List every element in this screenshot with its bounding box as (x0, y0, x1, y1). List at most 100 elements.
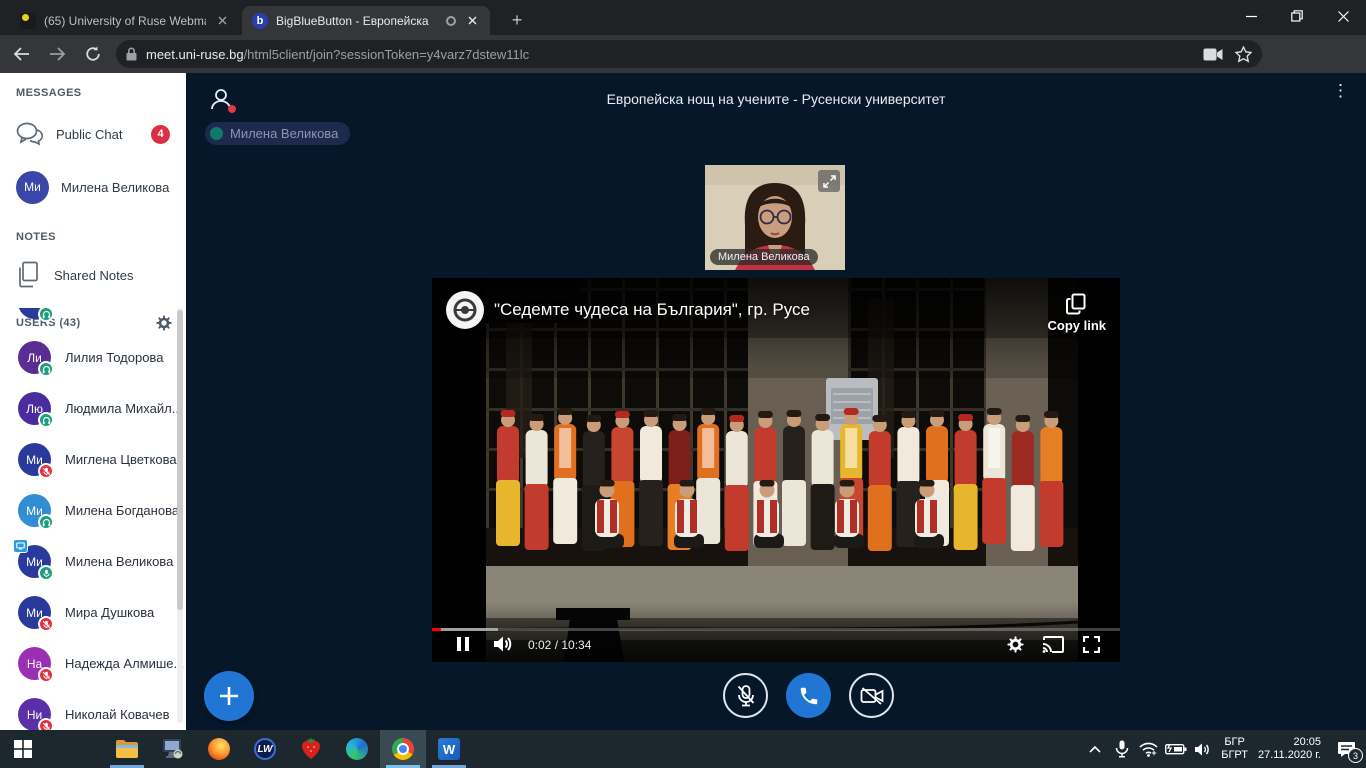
taskbar-word[interactable]: W (426, 730, 472, 768)
webcam-video[interactable]: Милена Великова (705, 165, 845, 270)
reload-icon[interactable] (78, 39, 108, 69)
volume-icon[interactable] (490, 634, 516, 654)
talker-name: Милена Великова (230, 126, 338, 141)
actions-plus-button[interactable] (204, 671, 254, 721)
window-controls (1228, 0, 1366, 32)
maximize-button[interactable] (1274, 0, 1320, 32)
start-button[interactable] (0, 730, 46, 768)
bigbluebutton-favicon: b (252, 13, 268, 29)
taskbar-edge[interactable] (334, 730, 380, 768)
shared-notes-label: Shared Notes (54, 268, 134, 283)
channel-avatar[interactable] (446, 291, 484, 329)
user-row[interactable]: Лю Людмила Михайл... (0, 383, 186, 434)
tray-volume-icon[interactable] (1189, 730, 1216, 768)
user-row[interactable]: Ми Мира Душкова (0, 587, 186, 638)
pause-button[interactable] (450, 634, 476, 654)
taskbar-remote-desktop[interactable] (150, 730, 196, 768)
taskbar-firefox[interactable] (196, 730, 242, 768)
muted-mic-badge-icon (38, 667, 54, 683)
taskbar-lw-app[interactable]: LW (242, 730, 288, 768)
new-tab-button[interactable]: + (504, 8, 530, 34)
user-row[interactable]: МиМилена Великова (0, 536, 186, 587)
avatar: На (18, 647, 51, 680)
webcam-disabled-button[interactable] (849, 673, 894, 718)
user-row[interactable]: ЛиЛилия Тодорова (0, 332, 186, 383)
browser-toolbar: meet.uni-ruse.bg/html5client/join?sessio… (0, 35, 1366, 73)
desktop: (65) University of Ruse Webmail :: b Big… (0, 0, 1366, 768)
youtube-video-player[interactable]: "Седемте чудеса на България", гр. Русе C… (432, 278, 1120, 662)
windows-taskbar: LW W (0, 730, 1366, 768)
user-row[interactable]: Ни Николай Ковачев (0, 689, 186, 730)
user-list[interactable]: ЛиЛилия Тодорова Лю Людмила Михайл... МиМиг… (0, 308, 186, 730)
tray-clock[interactable]: 20:05 27.11.2020 г. (1253, 736, 1326, 762)
video-fullscreen-icon[interactable] (1078, 634, 1104, 654)
listen-only-badge-icon (38, 412, 54, 428)
avatar: Ми (18, 443, 51, 476)
notification-count-badge: 3 (1348, 748, 1363, 763)
user-row[interactable]: НаНадежда Алмише... (0, 638, 186, 689)
user-row-partial (0, 308, 186, 332)
listen-only-badge-icon (38, 361, 54, 377)
back-icon[interactable] (6, 39, 36, 69)
options-menu-icon[interactable]: ⋮ (1332, 87, 1346, 95)
tab-close-icon[interactable] (464, 13, 480, 29)
cast-icon[interactable] (1040, 634, 1066, 654)
tray-chevron-icon[interactable] (1081, 730, 1108, 768)
tab-webmail[interactable]: (65) University of Ruse Webmail :: (10, 6, 240, 35)
webcam-fullscreen-icon[interactable] (818, 170, 840, 192)
video-settings-gear-icon[interactable] (1002, 634, 1028, 654)
screenshare-badge-icon (13, 539, 28, 553)
public-chat-label: Public Chat (56, 127, 122, 142)
avatar: Ни (18, 698, 51, 730)
avatar: Ми (16, 171, 49, 204)
tab-title: (65) University of Ruse Webmail :: (44, 14, 206, 28)
taskbar-chrome[interactable] (380, 730, 426, 768)
private-chat-item[interactable]: Ми Милена Великова (0, 167, 186, 207)
tray-wifi-icon[interactable] (1135, 730, 1162, 768)
avatar: Лю (18, 392, 51, 425)
microphone-muted-button[interactable] (723, 673, 768, 718)
tray-language-indicator[interactable]: БГР БГРТ (1216, 736, 1253, 762)
url-text: meet.uni-ruse.bg/html5client/join?sessio… (146, 47, 529, 62)
tab-media-indicator-icon (446, 16, 456, 26)
public-chat-item[interactable]: Public Chat 4 (0, 117, 186, 151)
avatar: Ми (18, 596, 51, 629)
minimize-button[interactable] (1228, 0, 1274, 32)
user-name: Николай Ковачев (65, 707, 170, 722)
chat-icon (16, 122, 44, 146)
camera-in-use-icon[interactable] (1203, 48, 1223, 61)
tab-close-icon[interactable] (214, 13, 230, 29)
userlist-scrollbar-thumb[interactable] (177, 310, 183, 610)
video-top-gradient (432, 278, 1120, 368)
taskbar-strawberry-app[interactable] (288, 730, 334, 768)
messages-header: MESSAGES (0, 87, 186, 99)
user-name: Людмила Михайл... (65, 401, 183, 416)
forward-icon[interactable] (42, 39, 72, 69)
shared-notes-item[interactable]: Shared Notes (0, 257, 186, 293)
shared-notes-icon (16, 261, 42, 289)
bbb-sidebar: MESSAGES Public Chat 4 Ми Милена Великов… (0, 73, 186, 730)
tray-battery-icon[interactable] (1162, 730, 1189, 768)
bookmark-star-icon[interactable] (1235, 46, 1252, 63)
close-window-button[interactable] (1320, 0, 1366, 32)
copy-link-icon[interactable] (1066, 293, 1086, 315)
taskbar-file-explorer[interactable] (104, 730, 150, 768)
address-bar[interactable]: meet.uni-ruse.bg/html5client/join?sessio… (116, 40, 1262, 68)
tray-microphone-icon[interactable] (1108, 730, 1135, 768)
bbb-main-area: Европейска нощ на учените - Русенски уни… (186, 73, 1366, 730)
video-title[interactable]: "Седемте чудеса на България", гр. Русе (494, 300, 810, 320)
unread-badge: 4 (151, 125, 170, 144)
avatar: Ми (18, 545, 51, 578)
user-row[interactable]: МиМилена Богданова (0, 485, 186, 536)
video-played (432, 628, 441, 631)
talker-indicator[interactable]: Милена Великова (205, 122, 350, 145)
leave-audio-button[interactable] (786, 673, 831, 718)
video-buffer (432, 628, 498, 631)
user-name: Мира Душкова (65, 605, 154, 620)
video-progress-bar[interactable] (432, 628, 1120, 631)
copy-link-label[interactable]: Copy link (1047, 318, 1106, 333)
tab-bigbluebutton[interactable]: b BigBlueButton - Европейска (242, 6, 490, 35)
action-center-icon[interactable]: 3 (1326, 730, 1366, 768)
user-row[interactable]: МиМиглена Цветкова (0, 434, 186, 485)
user-name: Милена Богданова (65, 503, 179, 518)
